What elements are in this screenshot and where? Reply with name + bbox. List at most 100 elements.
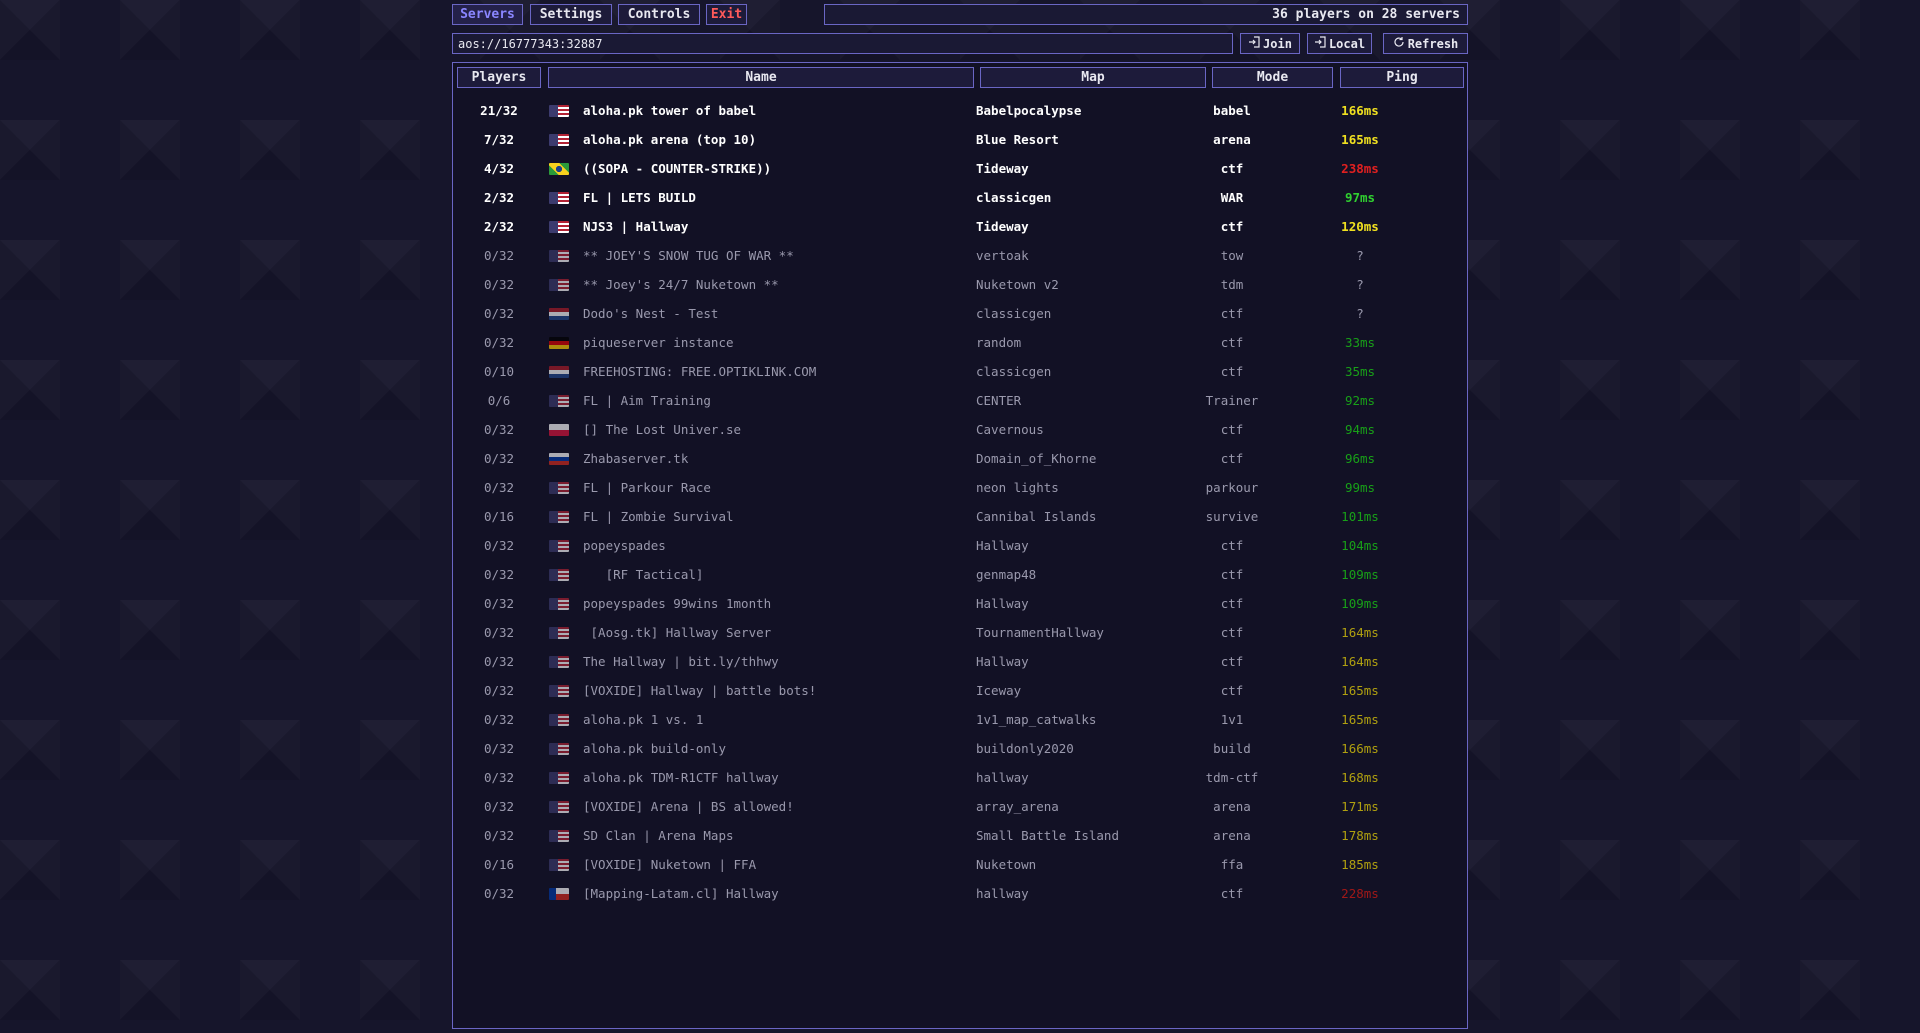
server-map: 1v1_map_catwalks <box>976 712 1097 727</box>
server-name: Zhabaserver.tk <box>583 451 689 466</box>
country-flag-icon <box>549 453 569 465</box>
country-flag-icon <box>549 598 569 610</box>
player-count: 21/32 <box>480 103 518 118</box>
server-row[interactable]: 0/32 [VOXIDE] Arena | BS allowed! array_ar… <box>453 792 1467 821</box>
server-row[interactable]: 0/32 [RF Tactical] genmap48 ctf 109ms <box>453 560 1467 589</box>
server-map: buildonly2020 <box>976 741 1074 756</box>
server-row[interactable]: 0/32 SD Clan | Arena Maps Small Battle Isl… <box>453 821 1467 850</box>
tab-settings[interactable]: Settings <box>530 4 612 25</box>
server-map: Iceway <box>976 683 1022 698</box>
player-count: 0/32 <box>483 625 515 640</box>
server-map: hallway <box>976 886 1029 901</box>
server-row[interactable]: 2/32 NJS3 | Hallway Tideway ctf 120ms <box>453 212 1467 241</box>
server-mode: build <box>1213 741 1251 756</box>
column-header-players[interactable]: Players <box>457 67 541 88</box>
country-flag-icon <box>549 279 569 291</box>
player-count: 0/32 <box>483 306 515 321</box>
server-map: TournamentHallway <box>976 625 1104 640</box>
server-mode: ctf <box>1220 364 1244 379</box>
server-name: popeyspades 99wins 1month <box>583 596 772 611</box>
server-ping: 99ms <box>1344 480 1376 495</box>
server-mode: ctf <box>1220 538 1244 553</box>
server-row[interactable]: 0/32 popeyspades Hallway ctf 104ms <box>453 531 1467 560</box>
server-name: aloha.pk TDM-R1CTF hallway <box>583 770 779 785</box>
server-row[interactable]: 0/32 Dodo's Nest - Test classicgen ctf? <box>453 299 1467 328</box>
server-row[interactable]: 0/32 Zhabaserver.tk Domain_of_Khorne ctf 96m… <box>453 444 1467 473</box>
login-icon <box>1248 36 1260 51</box>
server-mode: ctf <box>1220 654 1244 669</box>
country-flag-icon <box>549 511 569 523</box>
server-row[interactable]: 21/32 aloha.pk tower of babel Babelpocalyp… <box>453 96 1467 125</box>
server-mode: ctf <box>1220 625 1244 640</box>
server-row[interactable]: 0/32 aloha.pk build-only buildonly2020 buil… <box>453 734 1467 763</box>
server-row[interactable]: 0/32 [] The Lost Univer.se Cavernous ctf 94m… <box>453 415 1467 444</box>
server-row[interactable]: 2/32 FL | LETS BUILD classicgen WAR 97ms <box>453 183 1467 212</box>
server-name: SD Clan | Arena Maps <box>583 828 734 843</box>
player-count: 0/16 <box>483 509 515 524</box>
server-mode: ctf <box>1220 219 1244 234</box>
server-mode: ctf <box>1220 683 1244 698</box>
server-row[interactable]: 0/16 FL | Zombie Survival Cannibal Islands… <box>453 502 1467 531</box>
tab-servers[interactable]: Servers <box>452 4 523 25</box>
country-flag-icon <box>549 134 569 146</box>
server-list: 21/32 aloha.pk tower of babel Babelpocalyp… <box>453 96 1467 908</box>
server-row[interactable]: 0/32 [Mapping-Latam.cl] Hallway hallway ctf… <box>453 879 1467 908</box>
server-row[interactable]: 0/32 popeyspades 99wins 1month Hallway ctf 1… <box>453 589 1467 618</box>
server-row[interactable]: 7/32 aloha.pk arena (top 10) Blue Resort ar… <box>453 125 1467 154</box>
server-ping: 101ms <box>1341 509 1379 524</box>
server-name: [] The Lost Univer.se <box>583 422 742 437</box>
exit-button[interactable]: Exit <box>706 4 747 25</box>
server-row[interactable]: 0/16 [VOXIDE] Nuketown | FFA Nuketown ffa 18… <box>453 850 1467 879</box>
server-name: piqueserver instance <box>583 335 734 350</box>
server-name: [Aosg.tk] Hallway Server <box>583 625 772 640</box>
server-name: [RF Tactical] <box>583 567 704 582</box>
server-row[interactable]: 0/32 aloha.pk TDM-R1CTF hallway hallway tdm… <box>453 763 1467 792</box>
player-count: 0/32 <box>483 567 515 582</box>
server-row[interactable]: 0/32 ** Joey's 24/7 Nuketown ** Nuketown v… <box>453 270 1467 299</box>
server-address-input[interactable]: aos://16777343:32887 <box>452 33 1233 54</box>
server-name: FL | Parkour Race <box>583 480 711 495</box>
server-row[interactable]: 0/32 FL | Parkour Race neon lights parkour 9… <box>453 473 1467 502</box>
player-count: 0/32 <box>483 654 515 669</box>
country-flag-icon <box>549 221 569 233</box>
server-row[interactable]: 0/32 piqueserver instance random ctf 33ms <box>453 328 1467 357</box>
server-row[interactable]: 0/32 aloha.pk 1 vs. 1 1v1_map_catwalks 1v1 1… <box>453 705 1467 734</box>
join-button[interactable]: Join <box>1240 33 1300 54</box>
player-count: 0/32 <box>483 422 515 437</box>
country-flag-icon <box>549 540 569 552</box>
column-header-name[interactable]: Name <box>548 67 974 88</box>
column-header-mode[interactable]: Mode <box>1212 67 1333 88</box>
server-mode: arena <box>1213 799 1251 814</box>
server-row[interactable]: 0/32 [Aosg.tk] Hallway Server TournamentH… <box>453 618 1467 647</box>
country-flag-icon <box>549 482 569 494</box>
server-row[interactable]: 0/32 [VOXIDE] Hallway | battle bots! Icewa… <box>453 676 1467 705</box>
refresh-button[interactable]: Refresh <box>1383 33 1468 54</box>
server-ping: 238ms <box>1341 161 1379 176</box>
player-count: 0/32 <box>483 770 515 785</box>
tab-controls[interactable]: Controls <box>618 4 700 25</box>
column-header-map[interactable]: Map <box>980 67 1206 88</box>
country-flag-icon <box>549 743 569 755</box>
server-row[interactable]: 4/32 ((SOPA - COUNTER-STRIKE)) Tideway ctf 2… <box>453 154 1467 183</box>
server-row[interactable]: 0/6 FL | Aim Training CENTER Trainer 92ms <box>453 386 1467 415</box>
server-mode: tow <box>1220 248 1244 263</box>
server-ping: 96ms <box>1344 451 1376 466</box>
server-map: neon lights <box>976 480 1059 495</box>
server-row[interactable]: 0/32 ** JOEY'S SNOW TUG OF WAR ** vertoak t… <box>453 241 1467 270</box>
column-header-ping[interactable]: Ping <box>1340 67 1464 88</box>
server-map: CENTER <box>976 393 1022 408</box>
country-flag-icon <box>549 366 569 378</box>
server-name: The Hallway | bit.ly/thhwy <box>583 654 779 669</box>
server-name: FL | LETS BUILD <box>583 190 696 205</box>
local-button[interactable]: Local <box>1307 33 1372 54</box>
server-ping: ? <box>1356 248 1364 263</box>
player-count: 0/32 <box>483 886 515 901</box>
player-count: 2/32 <box>483 190 515 205</box>
server-row[interactable]: 0/32 The Hallway | bit.ly/thhwy Hallway ctf… <box>453 647 1467 676</box>
server-map: classicgen <box>976 190 1052 205</box>
server-ping: 171ms <box>1341 799 1379 814</box>
server-ping: 92ms <box>1344 393 1376 408</box>
player-count: 4/32 <box>483 161 515 176</box>
server-row[interactable]: 0/10 FREEHOSTING: FREE.OPTIKLINK.COM class… <box>453 357 1467 386</box>
server-ping: 168ms <box>1341 770 1379 785</box>
